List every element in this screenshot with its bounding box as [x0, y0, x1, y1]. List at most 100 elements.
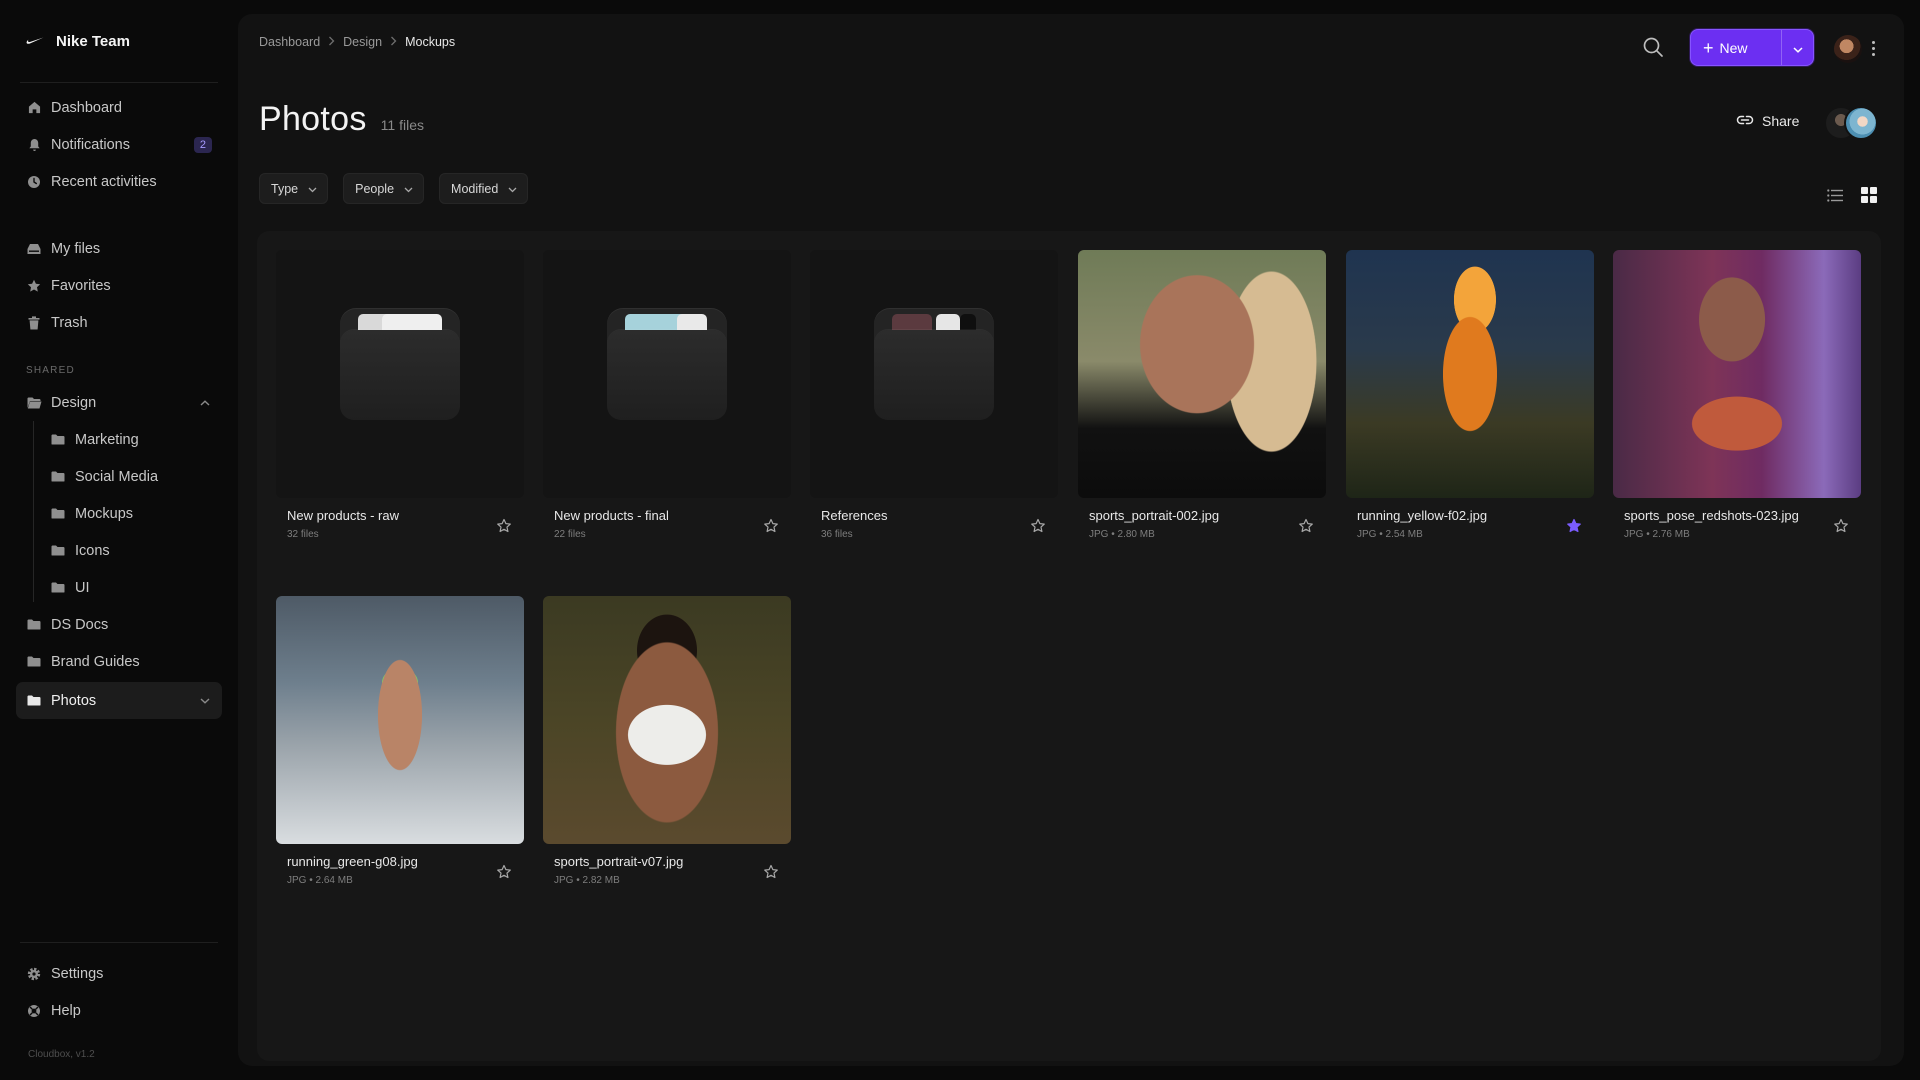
chevron-up-icon[interactable] [200, 399, 212, 406]
sidebar-item-social-media[interactable]: Social Media [40, 458, 222, 495]
star-outline-icon[interactable] [1833, 518, 1851, 536]
new-button-main[interactable]: + New [1691, 30, 1781, 65]
sidebar-item-ui[interactable]: UI [40, 569, 222, 606]
sidebar: Nike Team Dashboard Notifications 2 Rece… [0, 0, 238, 1080]
sidebar-item-dashboard[interactable]: Dashboard [16, 89, 222, 126]
photo-card-running-green-g08[interactable]: running_green-g08.jpg JPG • 2.64 MB [276, 596, 524, 916]
filter-label: Modified [451, 181, 499, 196]
new-dropdown-toggle[interactable] [1781, 30, 1813, 65]
folder-icon [50, 469, 66, 485]
file-meta: JPG • 2.64 MB [287, 875, 353, 886]
card-info: running_yellow-f02.jpg JPG • 2.54 MB [1346, 498, 1594, 570]
folder-thumbnail [543, 250, 791, 498]
star-outline-icon[interactable] [1298, 518, 1316, 536]
folder-card-references[interactable]: References 36 files [810, 250, 1058, 570]
new-button[interactable]: + New [1690, 29, 1814, 66]
breadcrumb-dashboard[interactable]: Dashboard [259, 35, 320, 49]
topbar: Dashboard Design Mockups + New [238, 14, 1904, 74]
view-toggle [1826, 186, 1878, 204]
sidebar-item-help[interactable]: Help [16, 992, 222, 1029]
photo-card-sports-pose-redshots-023[interactable]: sports_pose_redshots-023.jpg JPG • 2.76 … [1613, 250, 1861, 570]
shared-with-avatars[interactable] [1824, 104, 1884, 140]
user-avatar[interactable] [1834, 35, 1862, 63]
filter-modified[interactable]: Modified [439, 173, 529, 204]
sidebar-footer: Settings Help Cloudbox, v1.2 [16, 942, 222, 1080]
shared-section-label: SHARED [26, 365, 75, 376]
file-meta: JPG • 2.54 MB [1357, 529, 1423, 540]
more-options-icon[interactable] [1868, 36, 1878, 60]
sidebar-item-label: UI [75, 579, 90, 596]
folder-open-icon [26, 395, 42, 411]
folder-card-new-products-raw[interactable]: New products - raw 32 files [276, 250, 524, 570]
folder-icon [26, 617, 42, 633]
sidebar-item-brand-guides[interactable]: Brand Guides [16, 643, 222, 680]
file-meta: JPG • 2.76 MB [1624, 529, 1690, 540]
breadcrumb-mockups[interactable]: Mockups [405, 35, 455, 49]
home-icon [26, 100, 42, 116]
sidebar-item-notifications[interactable]: Notifications 2 [16, 126, 222, 163]
card-info: sports_portrait-002.jpg JPG • 2.80 MB [1078, 498, 1326, 570]
photo-thumbnail [1613, 250, 1861, 498]
sidebar-item-label: Notifications [51, 136, 130, 153]
share-label: Share [1762, 113, 1800, 129]
plus-icon: + [1703, 37, 1714, 58]
filter-type[interactable]: Type [259, 173, 329, 204]
sidebar-item-label: DS Docs [51, 616, 109, 633]
star-outline-icon[interactable] [763, 864, 781, 882]
grid-view-icon[interactable] [1860, 186, 1878, 204]
sidebar-item-recent-activities[interactable]: Recent activities [16, 163, 222, 200]
photo-card-sports-portrait-v07[interactable]: sports_portrait-v07.jpg JPG • 2.82 MB [543, 596, 791, 916]
sidebar-item-marketing[interactable]: Marketing [40, 421, 222, 458]
sidebar-item-settings[interactable]: Settings [16, 955, 222, 992]
folder-card-new-products-final[interactable]: New products - final 22 files [543, 250, 791, 570]
trash-icon [26, 315, 42, 331]
sidebar-item-trash[interactable]: Trash [16, 304, 222, 341]
star-outline-icon[interactable] [496, 864, 514, 882]
breadcrumb-design[interactable]: Design [343, 35, 382, 49]
sidebar-item-label: Design [51, 394, 97, 411]
folder-icon [50, 432, 66, 448]
folder-thumbnail [276, 250, 524, 498]
search-icon[interactable] [1642, 36, 1666, 60]
file-count: 11 files [380, 117, 424, 133]
nike-logo-icon [26, 34, 46, 48]
list-view-icon[interactable] [1826, 186, 1844, 204]
gear-icon [26, 966, 42, 982]
folder-icon [26, 693, 42, 709]
clock-icon [26, 174, 42, 190]
file-name: References [821, 508, 888, 523]
chevron-down-icon[interactable] [200, 697, 212, 704]
team-switcher[interactable]: Nike Team [16, 0, 222, 82]
team-name: Nike Team [56, 32, 130, 50]
photo-card-sports-portrait-002[interactable]: sports_portrait-002.jpg JPG • 2.80 MB [1078, 250, 1326, 570]
sidebar-item-ds-docs[interactable]: DS Docs [16, 606, 222, 643]
sidebar-item-label: Brand Guides [51, 653, 140, 670]
title-row: Photos 11 files [259, 100, 424, 139]
sidebar-item-label: Recent activities [51, 173, 157, 190]
sidebar-item-icons[interactable]: Icons [40, 532, 222, 569]
filter-people[interactable]: People [343, 173, 425, 204]
sidebar-item-mockups[interactable]: Mockups [40, 495, 222, 532]
photo-card-running-yellow-f02[interactable]: running_yellow-f02.jpg JPG • 2.54 MB [1346, 250, 1594, 570]
star-outline-icon[interactable] [496, 518, 514, 536]
folder-icon [50, 580, 66, 596]
chevron-down-icon [1792, 40, 1803, 56]
star-outline-icon[interactable] [763, 518, 781, 536]
page-title: Photos [259, 100, 367, 138]
star-filled-icon[interactable] [1566, 518, 1584, 536]
file-name: sports_portrait-v07.jpg [554, 854, 684, 869]
filter-label: People [355, 181, 395, 196]
file-meta: JPG • 2.80 MB [1089, 529, 1155, 540]
folder-icon [50, 506, 66, 522]
sidebar-item-photos[interactable]: Photos [16, 682, 222, 719]
share-button[interactable]: Share [1736, 113, 1799, 129]
sidebar-item-label: Help [51, 1002, 81, 1019]
star-outline-icon[interactable] [1030, 518, 1048, 536]
sidebar-item-favorites[interactable]: Favorites [16, 267, 222, 304]
footer-nav: Settings Help [16, 943, 222, 1035]
sidebar-item-design[interactable]: Design [16, 384, 222, 421]
folder-icon [874, 308, 994, 420]
primary-nav: Dashboard Notifications 2 Recent activit… [16, 83, 222, 206]
sidebar-item-my-files[interactable]: My files [16, 230, 222, 267]
sidebar-item-label: My files [51, 240, 101, 257]
